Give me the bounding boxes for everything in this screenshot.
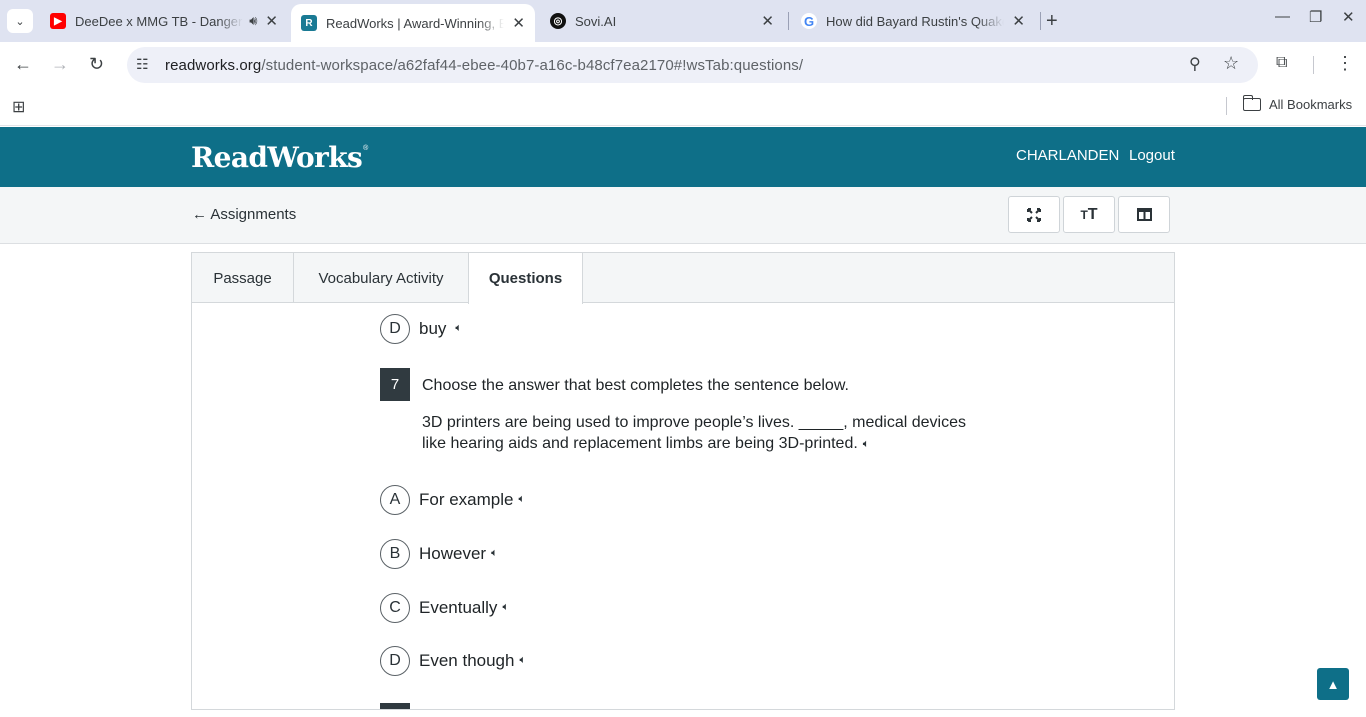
answer-choice-b[interactable]: B However 🔈︎: [380, 539, 498, 569]
browser-tab-google[interactable]: G How did Bayard Rustin's Quake ✕: [791, 4, 1035, 38]
answer-choice-d[interactable]: D Even though 🔈︎: [380, 646, 526, 676]
speaker-icon[interactable]: 🔈︎: [863, 434, 870, 455]
bookmarks-bar: ⊞ All Bookmarks: [0, 88, 1366, 126]
speaker-icon[interactable]: 🔈︎: [455, 322, 462, 335]
username-link[interactable]: CHARLANDEN: [1016, 147, 1119, 164]
tab-vocabulary-activity[interactable]: Vocabulary Activity: [294, 253, 469, 303]
content-tabs: Passage Vocabulary Activity Questions: [192, 253, 1174, 304]
fullscreen-icon: [1027, 207, 1041, 222]
browser-tab-readworks[interactable]: R ReadWorks | Award-Winning, Ec ✕: [291, 4, 535, 42]
close-window-icon[interactable]: ✕: [1342, 8, 1355, 26]
scroll-to-top-button[interactable]: ▲: [1317, 668, 1349, 700]
choice-letter[interactable]: D: [380, 646, 410, 676]
reload-icon[interactable]: ↻: [89, 54, 104, 75]
tab-close-icon[interactable]: ✕: [265, 12, 278, 30]
address-bar[interactable]: ☷ readworks.org/student-workspace/a62faf…: [127, 47, 1258, 83]
choice-letter[interactable]: B: [380, 539, 410, 569]
tab-close-icon[interactable]: ✕: [761, 12, 774, 30]
tab-passage[interactable]: Passage: [192, 253, 294, 303]
readworks-icon: R: [301, 15, 317, 31]
choice-letter[interactable]: C: [380, 593, 410, 623]
speaker-icon[interactable]: 🔈︎: [518, 493, 525, 506]
url-text[interactable]: readworks.org/student-workspace/a62faf44…: [165, 57, 803, 74]
bookmarks-separator: [1226, 97, 1227, 115]
choice-letter[interactable]: A: [380, 485, 410, 515]
answer-choice-a[interactable]: A For example 🔈︎: [380, 485, 525, 515]
browser-tab-sovi[interactable]: ◎ Sovi.AI ✕: [540, 4, 784, 38]
restore-window-icon[interactable]: ❐: [1309, 8, 1322, 26]
answer-choice[interactable]: D buy 🔈︎: [380, 314, 462, 344]
zoom-magnifier-icon[interactable]: ⚲: [1189, 54, 1201, 74]
speaker-icon[interactable]: 🔈︎: [491, 547, 498, 560]
logout-link[interactable]: Logout: [1129, 147, 1175, 164]
split-view-icon: [1136, 208, 1152, 221]
question-sentence: 3D printers are being used to improve pe…: [422, 412, 982, 456]
browser-menu-icon[interactable]: ⋮: [1336, 53, 1354, 74]
question-number: 7: [380, 368, 410, 401]
choice-text: For example: [419, 490, 514, 509]
tab-separator: [1040, 12, 1041, 30]
site-header: ReadWorks® CHARLANDEN Logout: [0, 127, 1366, 187]
forward-arrow-icon[interactable]: →: [51, 54, 69, 75]
back-arrow-icon[interactable]: ←: [14, 54, 32, 75]
browser-tab-strip: ⌄ ▶ DeeDee x MMG TB - Danger 🔊︎ ✕ R Read…: [0, 0, 1366, 42]
new-tab-plus-icon[interactable]: +: [1046, 10, 1058, 33]
text-size-icon: TT: [1080, 205, 1098, 223]
choice-text: buy: [419, 319, 447, 338]
tab-close-icon[interactable]: ✕: [512, 14, 525, 32]
browser-toolbar: ← → ↻ ☷ readworks.org/student-workspace/…: [0, 42, 1366, 88]
speaker-icon[interactable]: 🔈︎: [502, 601, 509, 614]
all-bookmarks-button[interactable]: All Bookmarks: [1242, 95, 1352, 112]
answer-choice-c[interactable]: C Eventually 🔈︎: [380, 593, 509, 623]
assignment-panel: Passage Vocabulary Activity Questions D …: [191, 252, 1175, 710]
choice-text: Eventually: [419, 598, 498, 617]
bookmark-star-icon[interactable]: ☆: [1223, 53, 1239, 74]
browser-tab-youtube[interactable]: ▶ DeeDee x MMG TB - Danger 🔊︎ ✕: [40, 4, 288, 38]
minimize-icon[interactable]: —: [1275, 8, 1290, 25]
next-question-number: [380, 703, 410, 709]
speaker-icon[interactable]: 🔈︎: [519, 654, 526, 667]
choice-text: However: [419, 544, 487, 563]
tab-audio-icon[interactable]: 🔊︎: [249, 13, 257, 29]
readworks-logo[interactable]: ReadWorks®: [191, 141, 368, 174]
tab-search-chevron-icon[interactable]: ⌄: [7, 9, 33, 33]
toolbar-separator: [1313, 56, 1314, 74]
tab-separator: [788, 12, 789, 30]
choice-text: Even though: [419, 651, 515, 670]
back-to-assignments-link[interactable]: ← Assignments: [192, 206, 296, 223]
folder-icon: [1242, 95, 1261, 111]
extensions-puzzle-icon[interactable]: ⧉: [1276, 54, 1287, 72]
google-icon: G: [801, 13, 817, 29]
assignment-subbar: ← Assignments TT: [0, 187, 1366, 244]
text-size-button[interactable]: TT: [1063, 196, 1115, 233]
apps-grid-icon[interactable]: ⊞: [12, 97, 25, 117]
split-view-button[interactable]: [1118, 196, 1170, 233]
choice-letter[interactable]: D: [380, 314, 410, 344]
fullscreen-button[interactable]: [1008, 196, 1060, 233]
tab-close-icon[interactable]: ✕: [1012, 12, 1025, 30]
site-settings-icon[interactable]: ☷: [136, 56, 149, 73]
sovi-icon: ◎: [550, 13, 566, 29]
youtube-icon: ▶: [50, 13, 66, 29]
tab-questions[interactable]: Questions: [468, 253, 583, 304]
question-prompt: Choose the answer that best completes th…: [422, 377, 849, 394]
